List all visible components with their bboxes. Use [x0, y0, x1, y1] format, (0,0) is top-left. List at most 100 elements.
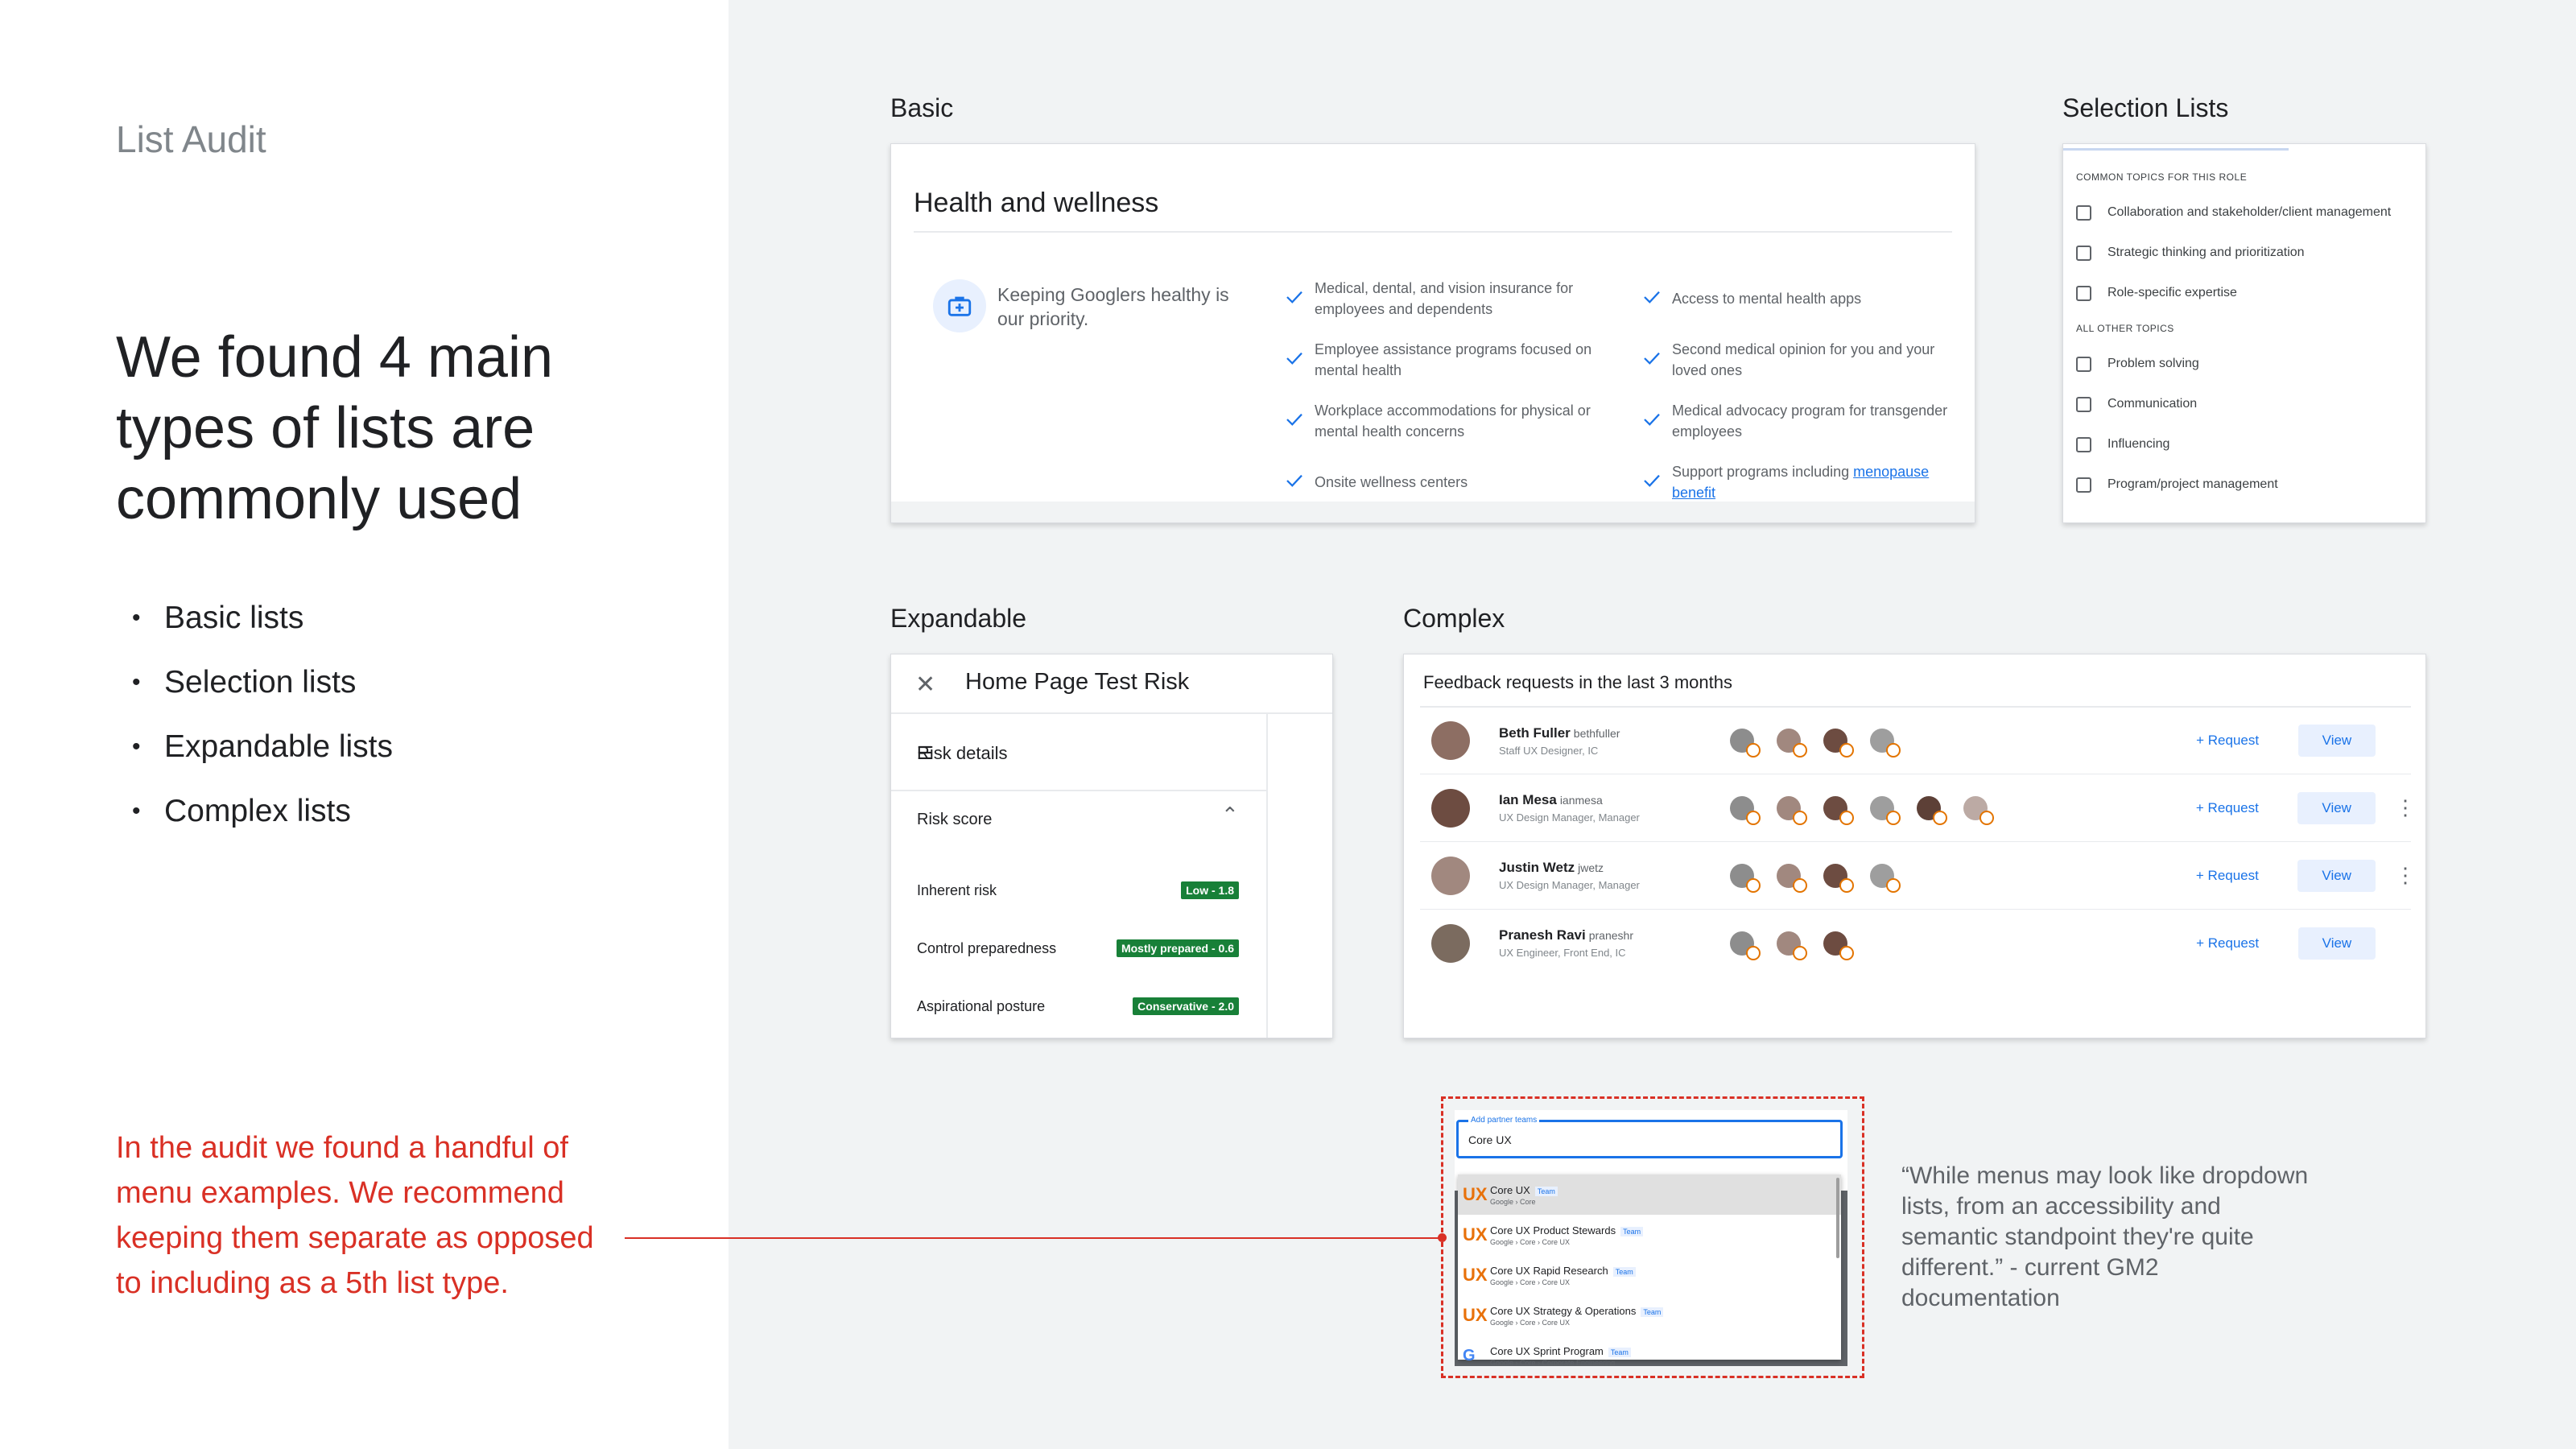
status-badge: Conservative - 2.0 [1133, 997, 1239, 1015]
reviewer-avatar[interactable] [1776, 729, 1807, 758]
table-row: Pranesh Ravi praneshr UX Engineer, Front E… [1420, 909, 2411, 976]
checkbox[interactable] [2076, 245, 2091, 261]
card-title: Health and wellness [914, 188, 1159, 218]
selection-label: Influencing [2107, 437, 2170, 451]
menu-item-title-row: Core UX Strategy & Operations Team [1490, 1305, 1664, 1317]
list-item-text: Workplace accommodations for physical or… [1315, 402, 1591, 440]
reviewer-avatar[interactable] [1823, 931, 1854, 960]
reviewer-avatar[interactable] [1963, 795, 1994, 825]
bullet-item: Selection lists [132, 650, 393, 715]
menu-item[interactable]: UX Core UX Strategy & Operations Team Googl… [1458, 1295, 1841, 1335]
list-item: Access to mental health apps [1643, 276, 1957, 321]
more-vert-icon[interactable]: ⋮ [2395, 795, 2416, 820]
quote: “While menus may look like dropdown list… [1901, 1162, 2309, 1311]
request-button[interactable]: + Request [2196, 800, 2283, 816]
risk-details-row[interactable]: Risk details ☰ [891, 714, 1266, 791]
selection-row[interactable]: Problem solving [2076, 344, 2425, 384]
panel-title: Home Page Test Risk [965, 669, 1190, 695]
list-item: Onsite wellness centers [1286, 460, 1600, 505]
checkbox[interactable] [2076, 477, 2091, 493]
menu-item[interactable]: UX Core UX Product Stewards Team Google › C… [1458, 1215, 1841, 1255]
checkbox[interactable] [2076, 396, 2091, 412]
list-item: Support programs including menopause ben… [1643, 460, 1957, 505]
request-button[interactable]: + Request [2196, 868, 2283, 884]
scrollbar[interactable] [1836, 1178, 1839, 1258]
menu-item-path: Google › Core › Core UX [1490, 1237, 1571, 1246]
view-button[interactable]: View [2297, 859, 2376, 892]
reviewer-avatar[interactable] [1823, 729, 1854, 758]
collapse-menu-icon[interactable]: ☰ [917, 743, 933, 764]
reviewer-avatar[interactable] [1776, 931, 1807, 960]
divider [1266, 714, 1268, 1038]
menu-item[interactable]: G Core UX Sprint Program Team Google › Core… [1458, 1335, 1841, 1366]
bullet-item: Basic lists [132, 586, 393, 650]
menu-item[interactable]: UX Core UX Rapid Research Team Google › Cor… [1458, 1255, 1841, 1295]
menu-item[interactable]: UX Core UX Team Google › Core [1458, 1174, 1841, 1215]
basic-list-card: Health and wellness Keeping Googlers hea… [890, 143, 1975, 523]
risk-metric-row: Control preparedness Mostly prepared - 0.… [917, 939, 1239, 957]
view-button[interactable]: View [2297, 724, 2376, 757]
connector-line [625, 1237, 1443, 1239]
reviewer-avatar[interactable] [1823, 795, 1854, 825]
section-label-complex: Complex [1403, 604, 1505, 633]
menu-item-title: Core UX Sprint Program [1490, 1344, 1604, 1357]
reviewer-avatar[interactable] [1823, 863, 1854, 893]
reviewer-avatar[interactable] [1869, 729, 1901, 758]
check-icon [1643, 412, 1672, 431]
view-button[interactable]: View [2297, 791, 2376, 824]
person-name: Justin Wetz jwetz [1499, 860, 1698, 876]
ux-logo-icon: UX [1463, 1305, 1488, 1325]
expandable-list-card: ✕ Home Page Test Risk Risk details ☰ Ris… [890, 654, 1333, 1038]
more-vert-icon[interactable]: ⋮ [2395, 863, 2416, 888]
status-badge: Low - 1.8 [1181, 881, 1239, 899]
avatar [1431, 721, 1470, 760]
selection-row[interactable]: Program/project management [2076, 464, 2425, 505]
chevron-up-icon[interactable]: ⌃ [1221, 803, 1239, 828]
selection-row[interactable]: Role-specific expertise [2076, 273, 2425, 313]
selection-row[interactable]: Communication [2076, 384, 2425, 424]
list-item: Workplace accommodations for physical or… [1286, 398, 1600, 444]
request-button[interactable]: + Request [2196, 935, 2284, 952]
list-item-text: Employee assistance programs focused on … [1315, 341, 1592, 378]
reviewer-avatar[interactable] [1776, 863, 1807, 893]
checkbox[interactable] [2076, 204, 2091, 221]
person-role: UX Design Manager, Manager [1499, 811, 1640, 824]
check-icon [1643, 473, 1672, 492]
person-username: bethfuller [1573, 726, 1620, 740]
list-item: Second medical opinion for you and your … [1643, 337, 1957, 382]
complex-list-card: Feedback requests in the last 3 months B… [1403, 654, 2426, 1038]
reviewer-avatar[interactable] [1869, 863, 1901, 893]
risk-metric-row: Aspirational posture Conservative - 2.0 [917, 997, 1239, 1015]
selection-row[interactable]: Collaboration and stakeholder/client man… [2076, 192, 2425, 233]
checkbox[interactable] [2076, 436, 2091, 452]
reviewer-avatar[interactable] [1729, 863, 1761, 893]
list-types-bullets: Basic lists Selection lists Expandable l… [132, 586, 393, 844]
menu-note: In the audit we found a handful of menu … [116, 1131, 594, 1300]
reviewer-avatar[interactable] [1916, 795, 1947, 825]
close-icon[interactable]: ✕ [915, 671, 935, 699]
risk-score-header[interactable]: Risk score [917, 811, 992, 829]
selection-label: Problem solving [2107, 357, 2199, 370]
partner-teams-input[interactable]: Add partner teams Core UX [1456, 1116, 1843, 1158]
check-icon [1286, 290, 1315, 308]
reviewer-avatar[interactable] [1729, 795, 1761, 825]
reviewer-avatars [1729, 795, 2166, 825]
selection-row[interactable]: Influencing [2076, 424, 2425, 464]
view-button[interactable]: View [2297, 927, 2376, 960]
list-item: Medical, dental, and vision insurance fo… [1286, 276, 1600, 321]
menu-item-path: Google › Core › Corporate Engineering [1490, 1358, 1616, 1367]
selection-label: Role-specific expertise [2107, 286, 2237, 299]
selection-row[interactable]: Strategic thinking and prioritization [2076, 233, 2425, 273]
checkbox[interactable] [2076, 356, 2091, 372]
risk-metric-row: Inherent risk Low - 1.8 [917, 881, 1239, 899]
input-value: Core UX [1468, 1133, 1512, 1146]
menu-item-title-row: Core UX Product Stewards Team [1490, 1224, 1644, 1236]
reviewer-avatar[interactable] [1776, 795, 1807, 825]
metric-label: Inherent risk [917, 881, 997, 898]
reviewer-avatar[interactable] [1729, 931, 1761, 960]
reviewer-avatar[interactable] [1869, 795, 1901, 825]
reviewer-avatar[interactable] [1729, 729, 1761, 758]
request-button[interactable]: + Request [2196, 733, 2284, 749]
card-footer [891, 502, 1975, 522]
checkbox[interactable] [2076, 285, 2091, 301]
